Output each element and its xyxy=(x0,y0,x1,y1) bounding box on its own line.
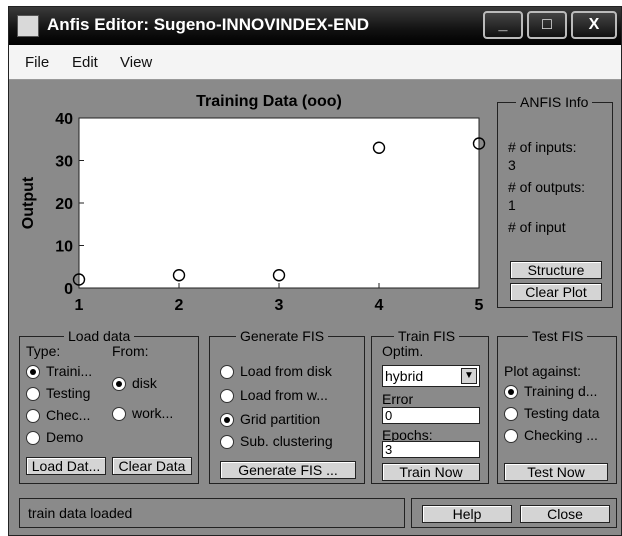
structure-button[interactable]: Structure xyxy=(510,261,602,279)
figure-area: Training Data (ooo) Output 0 10 20 30 40 1 2 3… xyxy=(9,80,621,312)
x-tick-label: 3 xyxy=(275,297,284,312)
x-tick-label: 2 xyxy=(175,297,184,312)
info-line: # of input xyxy=(508,219,566,235)
close-button[interactable]: Close xyxy=(520,505,610,523)
controls-area: Load data Type: From: Traini... Testing … xyxy=(9,312,621,535)
load-from-workspace-label: Load from w... xyxy=(240,387,328,403)
anfis-editor-window: Anfis Editor: Sugeno-INNOVINDEX-END _ □ … xyxy=(8,6,622,536)
clear-plot-button[interactable]: Clear Plot xyxy=(510,283,602,301)
footer-buttons: Help Close xyxy=(411,498,617,528)
type-label: Type: xyxy=(26,343,61,359)
type-testing-radio[interactable] xyxy=(26,387,40,401)
x-tick-label: 4 xyxy=(375,297,384,312)
chart-title: Training Data (ooo) xyxy=(196,93,342,110)
type-training-label: Traini... xyxy=(46,363,93,379)
sub-clustering-radio[interactable] xyxy=(220,435,234,449)
chevron-down-icon[interactable]: ▼ xyxy=(461,368,477,384)
help-button[interactable]: Help xyxy=(422,505,512,523)
status-bar: train data loaded xyxy=(19,498,405,528)
type-checking-radio[interactable] xyxy=(26,409,40,423)
maximize-button[interactable]: □ xyxy=(527,11,567,39)
generate-fis-button[interactable]: Generate FIS ... xyxy=(220,461,356,479)
x-tick-label: 5 xyxy=(475,297,484,312)
sub-clustering-label: Sub. clustering xyxy=(240,433,333,449)
menu-edit[interactable]: Edit xyxy=(72,54,98,71)
info-line: # of outputs: xyxy=(508,179,586,195)
train-fis-panel: Train FIS Optim. hybrid ▼ Error 0 Epochs… xyxy=(371,328,489,484)
train-now-button[interactable]: Train Now xyxy=(382,463,480,481)
plot-testing-label: Testing data xyxy=(524,405,600,421)
y-axis-label: Output xyxy=(20,176,37,229)
error-label: Error xyxy=(382,391,414,407)
optim-method-value: hybrid xyxy=(385,368,424,384)
from-disk-radio[interactable] xyxy=(112,377,126,391)
load-data-panel: Load data Type: From: Traini... Testing … xyxy=(19,328,199,484)
test-now-button[interactable]: Test Now xyxy=(504,463,608,481)
minimize-button[interactable]: _ xyxy=(483,11,523,39)
type-checking-label: Chec... xyxy=(46,407,91,423)
menu-bar: File Edit View xyxy=(9,45,621,80)
type-demo-label: Demo xyxy=(46,429,84,445)
from-label: From: xyxy=(112,343,149,359)
grid-partition-radio[interactable] xyxy=(220,413,234,427)
status-message: train data loaded xyxy=(28,505,133,521)
test-fis-title: Test FIS xyxy=(528,328,588,344)
info-line: # of inputs: xyxy=(508,139,577,155)
plot-training-radio[interactable] xyxy=(504,385,518,399)
load-data-title: Load data xyxy=(64,328,135,344)
plot-against-label: Plot against: xyxy=(504,363,582,379)
training-data-chart: Training Data (ooo) Output 0 10 20 30 40 1 2 3… xyxy=(20,93,486,312)
menu-view[interactable]: View xyxy=(120,54,152,71)
optim-method-select[interactable]: hybrid ▼ xyxy=(382,365,480,387)
plot-checking-label: Checking ... xyxy=(524,427,598,443)
load-from-workspace-radio[interactable] xyxy=(220,389,234,403)
y-tick-label: 10 xyxy=(55,239,73,256)
generate-fis-panel: Generate FIS Load from disk Load from w.… xyxy=(209,328,365,484)
grid-partition-label: Grid partition xyxy=(240,411,321,427)
type-demo-radio[interactable] xyxy=(26,431,40,445)
type-training-radio[interactable] xyxy=(26,365,40,379)
anfis-info-title: ANFIS Info xyxy=(516,94,593,110)
generate-fis-title: Generate FIS xyxy=(236,328,329,344)
error-field[interactable]: 0 xyxy=(382,407,480,424)
menu-file[interactable]: File xyxy=(25,54,49,71)
close-window-button[interactable]: X xyxy=(571,11,617,39)
app-icon xyxy=(17,15,39,37)
y-tick-label: 20 xyxy=(55,196,73,213)
y-tick-label: 0 xyxy=(64,281,73,298)
y-tick-label: 40 xyxy=(55,111,73,128)
train-fis-title: Train FIS xyxy=(394,328,460,344)
optim-label: Optim. xyxy=(382,343,424,359)
plot-checking-radio[interactable] xyxy=(504,429,518,443)
y-tick-label: 30 xyxy=(55,154,73,171)
anfis-info-panel: ANFIS Info # of inputs: 3 # of outputs: … xyxy=(497,94,613,308)
x-tick-label: 1 xyxy=(75,297,84,312)
title-bar: Anfis Editor: Sugeno-INNOVINDEX-END _ □ … xyxy=(9,7,621,45)
from-disk-label: disk xyxy=(132,375,157,391)
load-from-disk-label: Load from disk xyxy=(240,363,332,379)
window-title: Anfis Editor: Sugeno-INNOVINDEX-END xyxy=(47,15,370,34)
from-workspace-label: work... xyxy=(132,405,174,421)
info-line: 3 xyxy=(508,157,516,173)
type-testing-label: Testing xyxy=(46,385,91,401)
load-data-button[interactable]: Load Dat... xyxy=(26,457,106,475)
clear-data-button[interactable]: Clear Data xyxy=(112,457,192,475)
plot-training-label: Training d... xyxy=(524,383,598,399)
test-fis-panel: Test FIS Plot against: Training d... Tes… xyxy=(497,328,617,484)
plot-testing-radio[interactable] xyxy=(504,407,518,421)
epochs-field[interactable]: 3 xyxy=(382,441,480,458)
plot-area xyxy=(78,117,480,289)
from-workspace-radio[interactable] xyxy=(112,407,126,421)
info-line: 1 xyxy=(508,197,516,213)
load-from-disk-radio[interactable] xyxy=(220,365,234,379)
